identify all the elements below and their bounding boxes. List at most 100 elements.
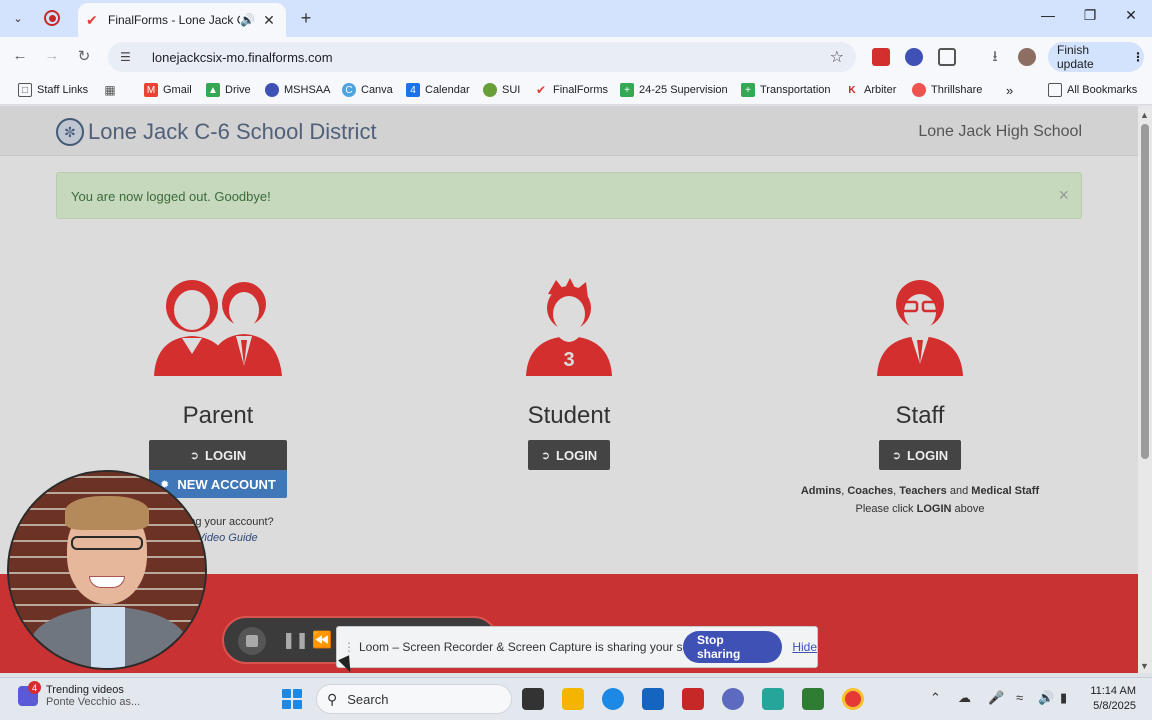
- bookmark-mshsaa[interactable]: MSHSAA: [265, 83, 330, 97]
- system-clock[interactable]: 11:14 AM 5/8/2025: [1082, 684, 1136, 714]
- profile-avatar[interactable]: [1018, 48, 1036, 66]
- news-widget[interactable]: 4 Trending videos Ponte Vecchio as...: [18, 681, 140, 708]
- bookmark-label: SUI: [502, 84, 521, 96]
- microphone-icon[interactable]: 🎤: [988, 690, 1004, 706]
- sharing-message: Loom – Screen Recorder & Screen Capture …: [359, 640, 716, 654]
- alert-message: You are now logged out. Goodbye!: [71, 189, 271, 204]
- logout-alert: You are now logged out. Goodbye! ×: [56, 172, 1082, 219]
- address-bar[interactable]: ☰ lonejackcsix-mo.finalforms.com ☆: [108, 42, 856, 72]
- windows-taskbar: 4 Trending videos Ponte Vecchio as... ⚲ …: [0, 677, 1152, 720]
- page-scrollbar[interactable]: ▲ ▼: [1138, 106, 1152, 673]
- tab-strip: ⌄ ✔ FinalForms - Lone Jack C-6 🔊 ✕ + — ❐…: [0, 0, 1152, 37]
- scroll-down-icon[interactable]: ▼: [1140, 661, 1149, 671]
- district-name: Lone Jack C-6 School District: [88, 119, 377, 144]
- screen-share-bar: ⋮ Loom – Screen Recorder & Screen Captur…: [336, 626, 818, 668]
- bookmark-transportation[interactable]: + Transportation: [741, 83, 831, 97]
- window-close-icon[interactable]: ✕: [1121, 7, 1141, 24]
- file-explorer-icon[interactable]: [562, 688, 584, 710]
- recording-tab-icon[interactable]: [44, 10, 60, 26]
- student-login-button[interactable]: ➲ LOGIN: [528, 440, 610, 470]
- active-tab[interactable]: ✔ FinalForms - Lone Jack C-6 🔊 ✕: [78, 3, 286, 37]
- store-icon[interactable]: [642, 688, 664, 710]
- staff-icon: [790, 266, 1050, 376]
- bookmark-calendar[interactable]: 4 Calendar: [406, 83, 470, 97]
- all-bookmarks[interactable]: All Bookmarks: [1048, 83, 1137, 97]
- tab-title: FinalForms - Lone Jack C-6: [108, 13, 240, 27]
- new-tab-icon[interactable]: +: [296, 8, 316, 29]
- bookmark-gmail[interactable]: M Gmail: [144, 83, 192, 97]
- finish-update-button[interactable]: Finish update ⋮: [1048, 42, 1144, 72]
- pause-icon[interactable]: ❚❚: [282, 630, 309, 650]
- mshsaa-icon: [265, 83, 279, 97]
- onedrive-icon[interactable]: ☁: [958, 690, 971, 706]
- restore-icon[interactable]: ❐: [1080, 7, 1100, 24]
- bookmark-thrillshare[interactable]: Thrillshare: [912, 83, 982, 97]
- excel-icon[interactable]: [802, 688, 824, 710]
- district-logo: ✼: [56, 118, 84, 146]
- pdf-extension-icon[interactable]: [872, 48, 890, 66]
- forward-icon[interactable]: →: [42, 47, 62, 64]
- windows-start-icon[interactable]: [282, 689, 302, 709]
- video-guide-label: Video Guide: [197, 532, 258, 544]
- back-icon[interactable]: ←: [10, 47, 30, 64]
- glasses: [71, 536, 143, 550]
- taskbar-search[interactable]: ⚲ Search: [316, 684, 512, 714]
- rewind-icon[interactable]: ⏪: [312, 630, 332, 650]
- volume-icon[interactable]: 🔊: [1038, 690, 1054, 706]
- download-icon[interactable]: ⭳: [985, 46, 1005, 71]
- snipping-tool-icon[interactable]: [762, 688, 784, 710]
- battery-icon[interactable]: ▮: [1060, 690, 1067, 706]
- wifi-icon[interactable]: ≈: [1016, 690, 1023, 705]
- apps-grid-icon[interactable]: ▦: [103, 83, 122, 97]
- bookmark-staff-links[interactable]: □ Staff Links: [18, 83, 88, 97]
- drag-handle-icon[interactable]: ⋮: [343, 640, 355, 654]
- tray-chevron-icon[interactable]: ⌃: [930, 690, 941, 706]
- parent-login-button[interactable]: ➲ LOGIN: [149, 440, 287, 470]
- bookmark-canva[interactable]: C Canva: [342, 83, 393, 97]
- bookmark-label: Canva: [361, 84, 393, 96]
- webcam-bubble[interactable]: [7, 470, 207, 670]
- stop-recording-button[interactable]: [238, 627, 266, 655]
- sheets-icon: +: [741, 83, 755, 97]
- task-view-icon[interactable]: [522, 688, 544, 710]
- shield-extension-icon[interactable]: [905, 48, 923, 66]
- canva-icon: C: [342, 83, 356, 97]
- bookmark-star-icon[interactable]: ☆: [830, 47, 844, 67]
- tab-close-icon[interactable]: ✕: [260, 12, 278, 29]
- chrome-icon[interactable]: [842, 688, 864, 710]
- bookmark-finalforms[interactable]: ✔ FinalForms: [534, 83, 608, 97]
- hide-link[interactable]: Hide: [792, 640, 817, 654]
- bookmark-label: All Bookmarks: [1067, 84, 1138, 96]
- more-bookmarks-icon[interactable]: »: [1006, 83, 1013, 98]
- reload-icon[interactable]: ↻: [74, 47, 94, 65]
- staff-info-please: Please click: [855, 503, 914, 515]
- finalforms-icon: ✔: [535, 83, 547, 97]
- shirt: [91, 607, 125, 668]
- arbiter-icon: K: [848, 84, 856, 96]
- scroll-up-icon[interactable]: ▲: [1140, 110, 1149, 120]
- speaker-icon[interactable]: 🔊: [240, 13, 260, 27]
- site-info-icon[interactable]: ☰: [120, 50, 138, 64]
- minimize-icon[interactable]: —: [1038, 7, 1058, 23]
- lightspeed-icon[interactable]: [682, 688, 704, 710]
- extensions-puzzle-icon[interactable]: [938, 48, 956, 66]
- student-icon: 3: [439, 266, 699, 376]
- staff-info-and: and: [949, 485, 969, 497]
- bookmark-supervision[interactable]: +24-25 Supervision: [620, 83, 728, 97]
- alert-close-icon[interactable]: ×: [1058, 185, 1069, 206]
- parent-login-label: LOGIN: [205, 447, 247, 463]
- staff-info-login: LOGIN: [916, 503, 952, 515]
- bookmark-label: 24-25 Supervision: [639, 84, 728, 96]
- settings-app-icon[interactable]: [722, 688, 744, 710]
- edge-icon[interactable]: [602, 688, 624, 710]
- staff-info-medical: Medical Staff: [971, 485, 1040, 497]
- bookmark-drive[interactable]: ▲ Drive: [206, 83, 251, 97]
- scrollbar-thumb[interactable]: [1141, 124, 1149, 459]
- bookmark-arbiter[interactable]: K Arbiter: [845, 83, 896, 97]
- bookmark-sui[interactable]: SUI: [483, 83, 520, 97]
- staff-login-button[interactable]: ➲ LOGIN: [879, 440, 961, 470]
- gmail-icon: M: [144, 83, 158, 97]
- stop-sharing-button[interactable]: Stop sharing: [683, 631, 783, 663]
- bookmarks-bar: □ Staff Links ▦ M Gmail ▲ Drive MSHSAA C Can…: [0, 77, 1152, 105]
- tab-search-chevron-icon[interactable]: ⌄: [8, 8, 28, 28]
